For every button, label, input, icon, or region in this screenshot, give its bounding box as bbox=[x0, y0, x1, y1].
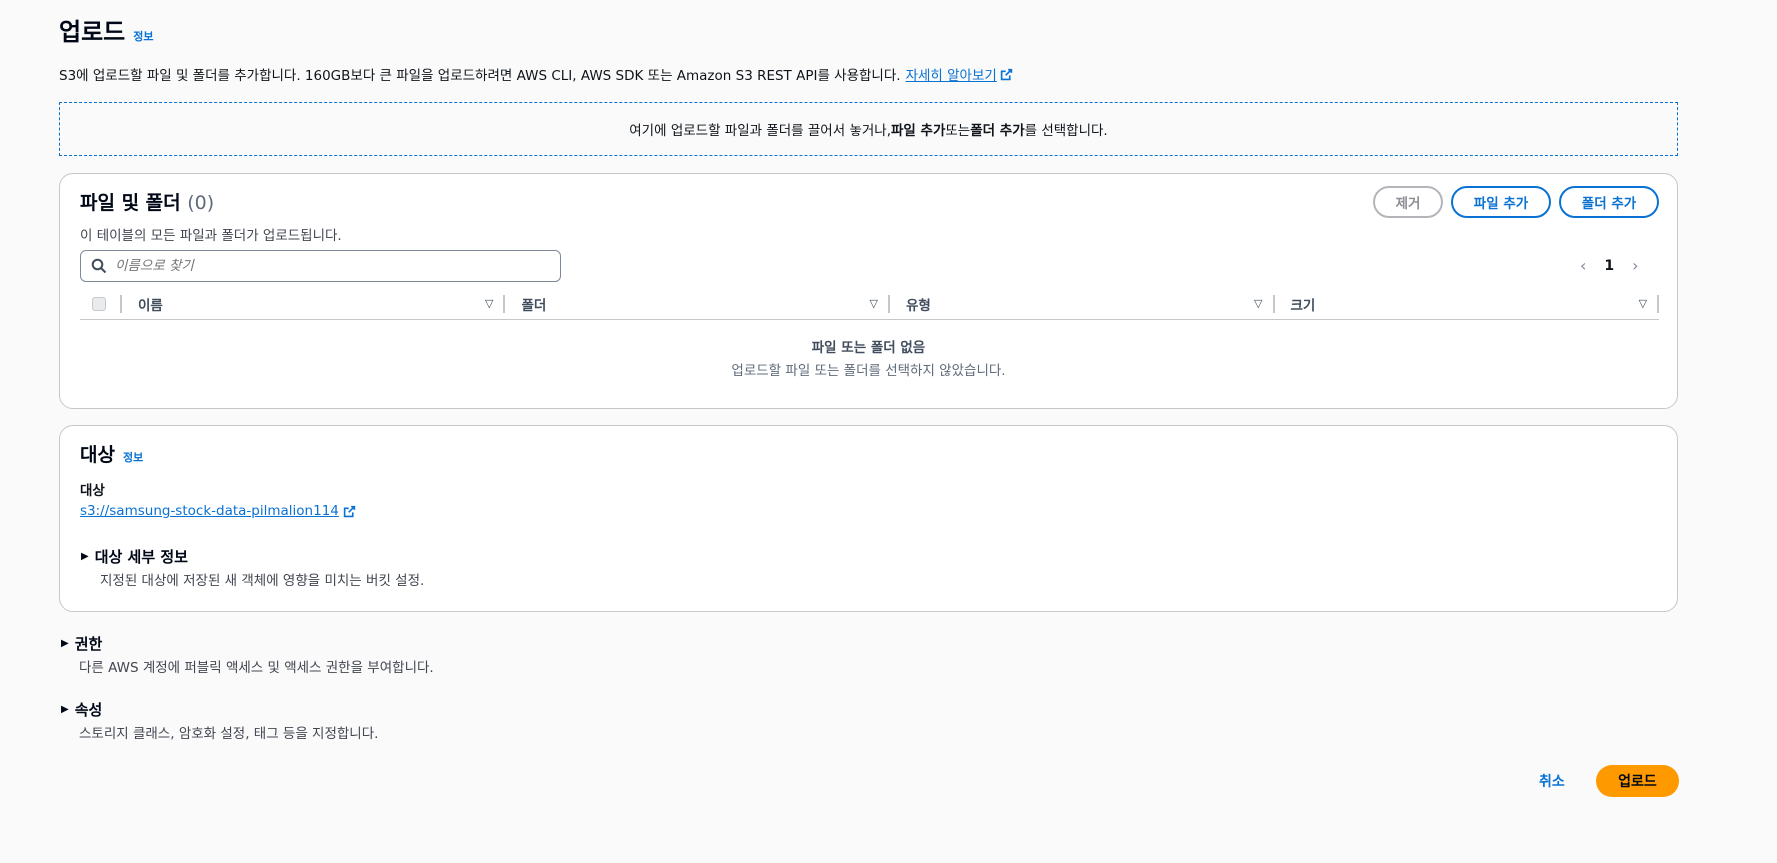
destination-details-expander[interactable]: ▶ 대상 세부 정보 bbox=[81, 546, 188, 567]
column-divider[interactable] bbox=[1657, 294, 1660, 313]
description-text: S3에 업로드할 파일 및 폴더를 추가합니다. 160GB보다 큰 파일을 업… bbox=[59, 68, 901, 84]
files-and-folders-panel: 파일 및 폴더 (0) 이 테이블의 모든 파일과 폴더가 업로드됩니다. 제거… bbox=[59, 173, 1678, 409]
column-header-name[interactable]: 이름 ▽ bbox=[122, 288, 504, 319]
column-size-label: 크기 bbox=[1290, 297, 1316, 314]
column-header-size[interactable]: 크기 ▽ bbox=[1275, 288, 1658, 319]
chevron-right-icon[interactable]: › bbox=[1632, 256, 1638, 275]
sort-icon: ▽ bbox=[869, 297, 878, 310]
search-icon bbox=[91, 258, 107, 274]
pagination: ‹ 1 › bbox=[1580, 256, 1639, 275]
table-header: 이름 ▽ 폴더 ▽ 유형 ▽ 크기 ▽ bbox=[80, 288, 1660, 320]
properties-description: 스토리지 클래스, 암호화 설정, 태그 등을 지정합니다. bbox=[79, 726, 379, 742]
search-box bbox=[80, 250, 561, 282]
destination-panel: 대상 정보 대상 s3://samsung-stock-data-pilmali… bbox=[59, 425, 1678, 612]
cancel-button[interactable]: 취소 bbox=[1539, 771, 1565, 791]
permissions-description: 다른 AWS 계정에 퍼블릭 액세스 및 액세스 권한을 부여합니다. bbox=[79, 660, 434, 676]
current-page[interactable]: 1 bbox=[1604, 258, 1614, 274]
external-link-icon bbox=[343, 505, 356, 517]
chevron-left-icon[interactable]: ‹ bbox=[1580, 256, 1586, 275]
search-input[interactable] bbox=[115, 258, 535, 274]
sort-icon: ▽ bbox=[1638, 297, 1648, 310]
remove-button[interactable]: 제거 bbox=[1373, 186, 1443, 218]
column-header-folder[interactable]: 폴더 ▽ bbox=[505, 288, 888, 319]
files-count: (0) bbox=[187, 192, 215, 214]
dropzone-prefix: 여기에 업로드할 파일과 폴더를 끌어서 놓거나, bbox=[629, 123, 891, 139]
destination-bucket-link[interactable]: s3://samsung-stock-data-pilmalion114 bbox=[80, 503, 356, 519]
page-description: S3에 업로드할 파일 및 폴더를 추가합니다. 160GB보다 큰 파일을 업… bbox=[59, 64, 1013, 84]
properties-title: 속성 bbox=[74, 701, 103, 719]
destination-details-description: 지정된 대상에 저장된 새 객체에 영향을 미치는 버킷 설정. bbox=[100, 573, 425, 589]
dropzone-add-files: 파일 추가 bbox=[891, 123, 946, 139]
destination-title: 대상 bbox=[80, 444, 115, 466]
caret-right-icon: ▶ bbox=[81, 551, 89, 562]
empty-state-description: 업로드할 파일 또는 폴더를 선택하지 않았습니다. bbox=[731, 363, 1006, 379]
add-folder-button[interactable]: 폴더 추가 bbox=[1559, 186, 1659, 218]
empty-state-title: 파일 또는 폴더 없음 bbox=[811, 340, 926, 356]
column-folder-label: 폴더 bbox=[521, 297, 547, 314]
learn-more-link[interactable]: 자세히 알아보기 bbox=[906, 64, 1013, 84]
files-subtitle: 이 테이블의 모든 파일과 폴더가 업로드됩니다. bbox=[80, 228, 342, 244]
destination-header: 대상 정보 bbox=[80, 440, 143, 467]
sort-icon: ▽ bbox=[1254, 297, 1263, 310]
caret-right-icon: ▶ bbox=[61, 638, 69, 649]
column-type-label: 유형 bbox=[906, 297, 931, 314]
column-name-label: 이름 bbox=[137, 297, 163, 314]
sort-icon: ▽ bbox=[485, 297, 494, 310]
learn-more-label: 자세히 알아보기 bbox=[905, 68, 997, 84]
caret-right-icon: ▶ bbox=[61, 704, 69, 715]
properties-expander[interactable]: ▶ 속성 bbox=[61, 699, 102, 720]
destination-info-link[interactable]: 정보 bbox=[123, 449, 143, 465]
files-title-text: 파일 및 폴더 bbox=[80, 192, 181, 214]
destination-details-title: 대상 세부 정보 bbox=[94, 548, 188, 566]
destination-label: 대상 bbox=[80, 483, 105, 499]
permissions-expander[interactable]: ▶ 권한 bbox=[61, 633, 102, 654]
page-header: 업로드 정보 bbox=[59, 12, 154, 47]
files-title: 파일 및 폴더 (0) bbox=[80, 188, 214, 215]
external-link-icon bbox=[1000, 68, 1012, 80]
info-link[interactable]: 정보 bbox=[133, 28, 153, 44]
select-all-checkbox[interactable] bbox=[92, 296, 106, 311]
column-header-type[interactable]: 유형 ▽ bbox=[890, 288, 1273, 319]
destination-bucket-url: s3://samsung-stock-data-pilmalion114 bbox=[80, 503, 339, 519]
dropzone-suffix: 를 선택합니다. bbox=[1024, 123, 1108, 139]
upload-button[interactable]: 업로드 bbox=[1596, 765, 1679, 797]
select-all-cell bbox=[80, 288, 120, 319]
page-title: 업로드 bbox=[59, 18, 126, 46]
add-files-button[interactable]: 파일 추가 bbox=[1451, 186, 1551, 218]
dropzone-add-folder: 폴더 추가 bbox=[970, 123, 1025, 139]
drop-zone[interactable]: 여기에 업로드할 파일과 폴더를 끌어서 놓거나, 파일 추가 또는 폴더 추가… bbox=[59, 102, 1678, 156]
permissions-title: 권한 bbox=[74, 635, 103, 653]
dropzone-middle: 또는 bbox=[945, 123, 971, 139]
